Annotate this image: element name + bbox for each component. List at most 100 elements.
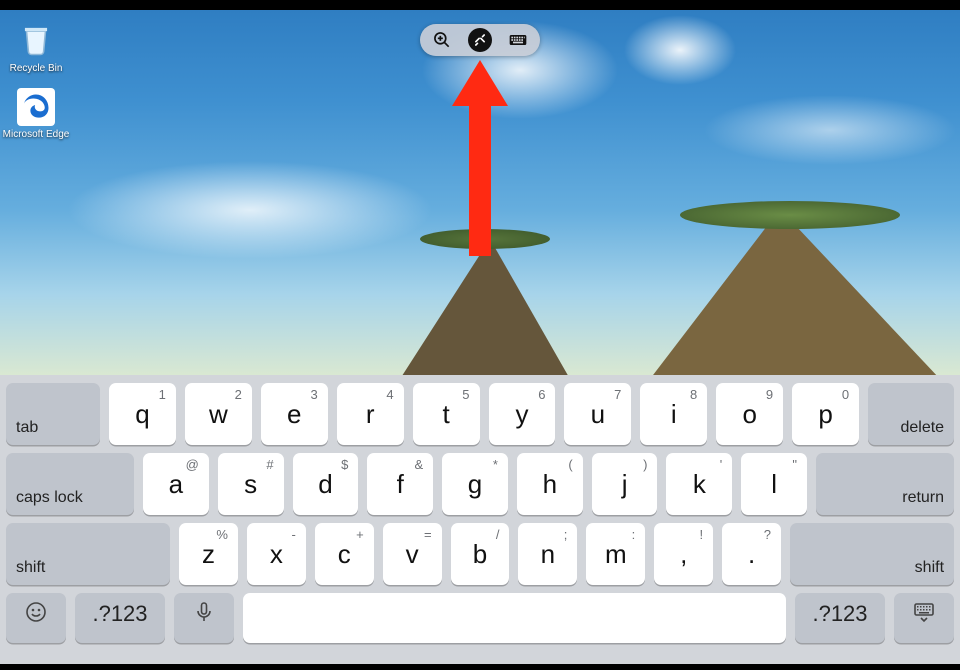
key-label: t (442, 399, 449, 430)
key-o[interactable]: 9o (716, 383, 783, 445)
remote-connection-icon[interactable] (468, 28, 492, 52)
key-a[interactable]: @a (143, 453, 209, 515)
desktop-icon-recycle-bin[interactable]: Recycle Bin (0, 18, 72, 74)
keyboard-row-1: tab 1q2w3e4r5t6y7u8i9o0p delete (6, 383, 954, 445)
key-label: g (468, 469, 482, 500)
key-secondary-label: ; (564, 527, 568, 542)
key-b[interactable]: /b (451, 523, 510, 585)
key-label: . (748, 539, 755, 570)
key-n[interactable]: ;n (518, 523, 577, 585)
key-return[interactable]: return (816, 453, 954, 515)
key-e[interactable]: 3e (261, 383, 328, 445)
key-w[interactable]: 2w (185, 383, 252, 445)
key-hide-keyboard[interactable] (894, 593, 954, 643)
key-numbers-right[interactable]: .?123 (795, 593, 885, 643)
key-u[interactable]: 7u (564, 383, 631, 445)
key-label: i (671, 399, 677, 430)
arrow-head-icon (452, 60, 508, 106)
key-label: s (244, 469, 257, 500)
key-h[interactable]: (h (517, 453, 583, 515)
key-label: tab (16, 419, 38, 437)
key-f[interactable]: &f (367, 453, 433, 515)
key-label: shift (915, 559, 944, 577)
key-label: caps lock (16, 489, 83, 507)
key-label: o (742, 399, 756, 430)
key-secondary-label: : (632, 527, 636, 542)
key-space[interactable] (243, 593, 786, 643)
key-emoji[interactable] (6, 593, 66, 643)
desktop-icon-label: Recycle Bin (10, 63, 63, 74)
key-.[interactable]: ?. (722, 523, 781, 585)
key-label: shift (16, 559, 45, 577)
key-secondary-label: / (496, 527, 500, 542)
key-z[interactable]: %z (179, 523, 238, 585)
key-dictate[interactable] (174, 593, 234, 643)
letterbox-top (0, 0, 960, 10)
landscape-rock (400, 239, 570, 375)
recycle-bin-icon (15, 18, 57, 60)
key-d[interactable]: $d (293, 453, 359, 515)
key-g[interactable]: *g (442, 453, 508, 515)
edge-icon (17, 88, 55, 126)
key-label: d (318, 469, 332, 500)
key-label: delete (900, 419, 944, 437)
key-s[interactable]: #s (218, 453, 284, 515)
keyboard-row-2: caps lock @a#s$d&f*g(h)j'k"l return (6, 453, 954, 515)
key-shift-right[interactable]: shift (790, 523, 954, 585)
key-label: u (591, 399, 605, 430)
key-secondary-label: 0 (842, 387, 849, 402)
key-label: j (622, 469, 628, 500)
keyboard-row-3: shift %z-x+c=v/b;n:m!,?. shift (6, 523, 954, 585)
key-label: e (287, 399, 301, 430)
key-p[interactable]: 0p (792, 383, 859, 445)
onscreen-keyboard: tab 1q2w3e4r5t6y7u8i9o0p delete caps loc… (0, 375, 960, 664)
key-label: q (135, 399, 149, 430)
key-i[interactable]: 8i (640, 383, 707, 445)
key-t[interactable]: 5t (413, 383, 480, 445)
key-label: x (270, 539, 283, 570)
key-label: v (406, 539, 419, 570)
key-q[interactable]: 1q (109, 383, 176, 445)
key-label: m (605, 539, 627, 570)
hide-keyboard-icon (912, 600, 936, 629)
key-label: .?123 (92, 601, 147, 627)
arrow-shaft (469, 106, 491, 256)
desktop-icon-microsoft-edge[interactable]: Microsoft Edge (0, 88, 72, 140)
key-k[interactable]: 'k (666, 453, 732, 515)
key-delete[interactable]: delete (868, 383, 954, 445)
key-tab[interactable]: tab (6, 383, 100, 445)
zoom-in-icon[interactable] (430, 28, 454, 52)
key-label: , (680, 539, 687, 570)
key-secondary-label: " (792, 457, 797, 472)
key-label: p (818, 399, 832, 430)
key-y[interactable]: 6y (489, 383, 556, 445)
key-label: y (515, 399, 528, 430)
key-j[interactable]: )j (592, 453, 658, 515)
key-secondary-label: @ (186, 457, 199, 472)
key-secondary-label: = (424, 527, 432, 542)
key-c[interactable]: +c (315, 523, 374, 585)
key-v[interactable]: =v (383, 523, 442, 585)
key-secondary-label: ! (700, 527, 704, 542)
key-label: a (169, 469, 183, 500)
key-secondary-label: + (356, 527, 364, 542)
key-label: r (366, 399, 375, 430)
key-r[interactable]: 4r (337, 383, 404, 445)
key-caps-lock[interactable]: caps lock (6, 453, 134, 515)
key-secondary-label: 5 (462, 387, 469, 402)
key-,[interactable]: !, (654, 523, 713, 585)
key-m[interactable]: :m (586, 523, 645, 585)
key-l[interactable]: "l (741, 453, 807, 515)
key-secondary-label: 9 (766, 387, 773, 402)
emoji-icon (24, 600, 48, 629)
letterbox-bottom (0, 664, 960, 670)
key-x[interactable]: -x (247, 523, 306, 585)
remote-desktop-background[interactable]: Recycle Bin Microsoft Edge (0, 10, 960, 375)
key-numbers-left[interactable]: .?123 (75, 593, 165, 643)
keyboard-toggle-icon[interactable] (506, 28, 530, 52)
key-label: k (693, 469, 706, 500)
key-label: n (541, 539, 555, 570)
key-secondary-label: 6 (538, 387, 545, 402)
remote-session-toolbar (420, 24, 540, 56)
key-shift-left[interactable]: shift (6, 523, 170, 585)
